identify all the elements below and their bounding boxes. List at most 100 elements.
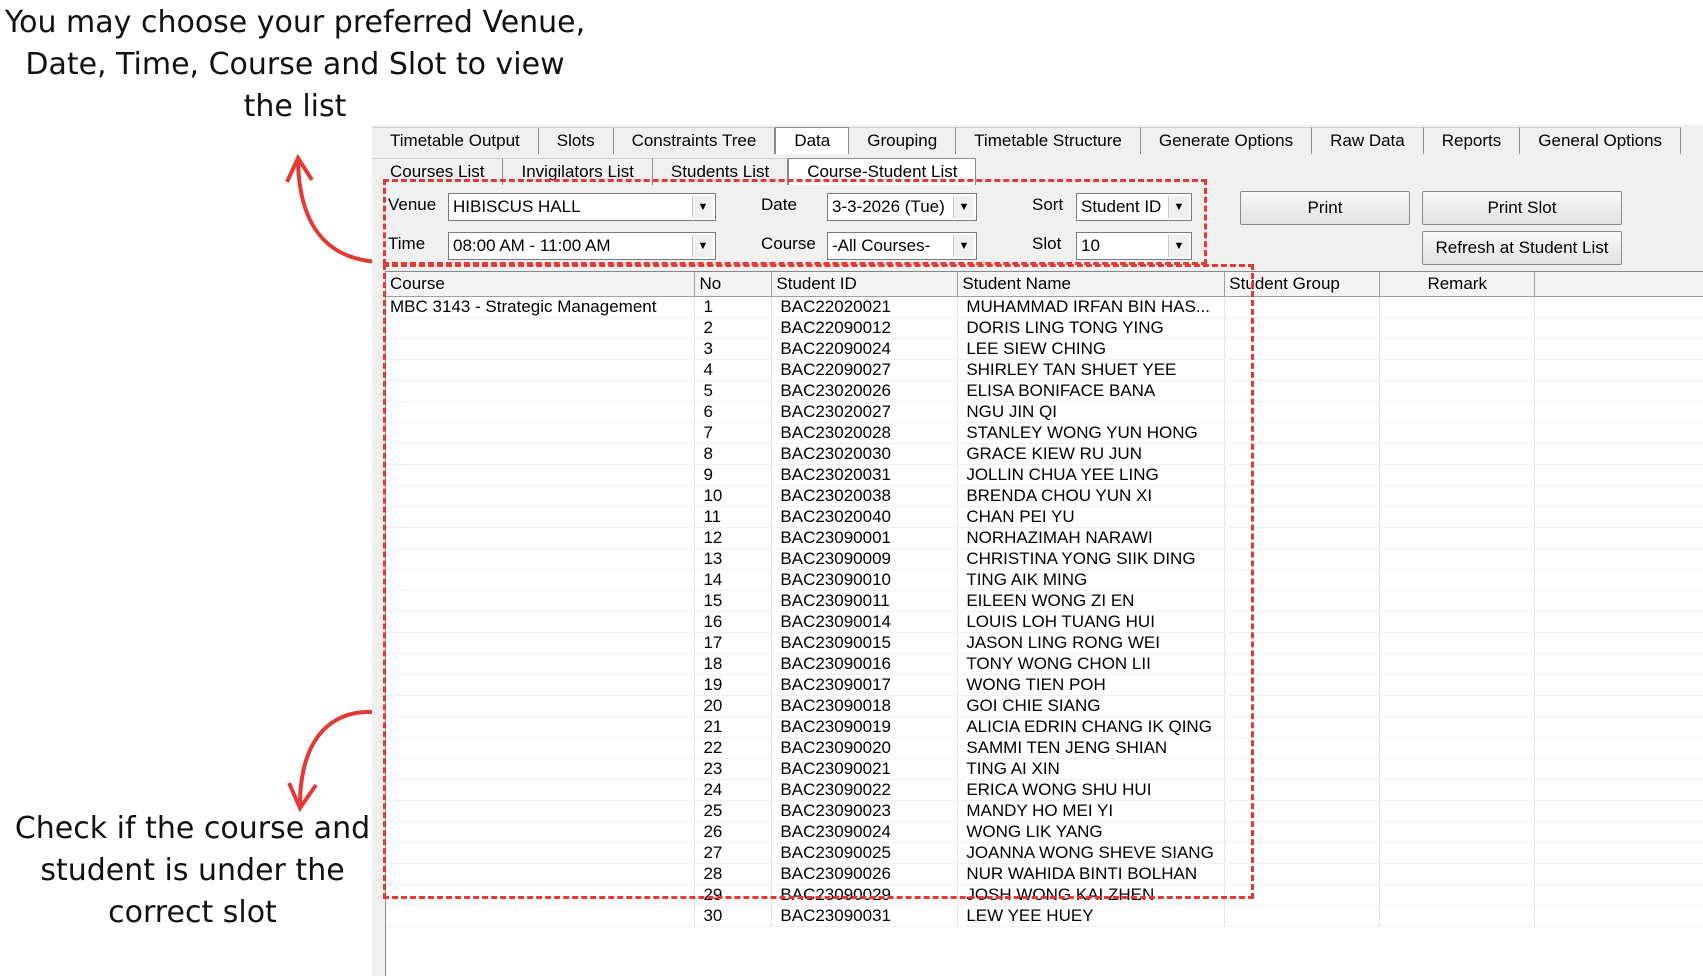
print-slot-button[interactable]: Print Slot [1422, 191, 1622, 225]
tab-course-student-list[interactable]: Course-Student List [788, 158, 977, 185]
cell-blank[interactable] [1534, 590, 1703, 612]
cell-student-name[interactable]: MUHAMMAD IRFAN BIN HAS... [957, 296, 1226, 318]
cell-no[interactable]: 12 [694, 527, 773, 549]
cell-course[interactable] [386, 905, 696, 927]
cell-student-group[interactable] [1224, 359, 1381, 381]
cell-student-group[interactable] [1224, 863, 1381, 885]
cell-no[interactable]: 20 [694, 695, 773, 717]
cell-student-id[interactable]: BAC23090021 [771, 758, 959, 780]
cell-student-id[interactable]: BAC23090022 [771, 779, 959, 801]
cell-student-name[interactable]: WONG TIEN POH [957, 674, 1226, 696]
table-row[interactable]: 20 BAC23090018 GOI CHIE SIANG [386, 695, 1703, 717]
cell-student-name[interactable]: JOLLIN CHUA YEE LING [957, 464, 1226, 486]
cell-no[interactable]: 28 [694, 863, 773, 885]
cell-student-id[interactable]: BAC23020030 [771, 443, 959, 465]
cell-no[interactable]: 2 [694, 317, 773, 339]
tab-generate-options[interactable]: Generate Options [1140, 127, 1313, 154]
cell-student-id[interactable]: BAC23090016 [771, 653, 959, 675]
cell-student-id[interactable]: BAC23090029 [771, 884, 959, 906]
cell-remark[interactable] [1379, 821, 1536, 843]
cell-no[interactable]: 23 [694, 758, 773, 780]
cell-student-name[interactable]: GRACE KIEW RU JUN [957, 443, 1226, 465]
cell-course[interactable] [386, 338, 696, 360]
table-row[interactable]: 10 BAC23020038 BRENDA CHOU YUN XI [386, 485, 1703, 507]
cell-no[interactable]: 10 [694, 485, 773, 507]
table-row[interactable]: 8 BAC23020030 GRACE KIEW RU JUN [386, 443, 1703, 465]
chevron-down-icon[interactable]: ▼ [953, 196, 974, 218]
cell-remark[interactable] [1379, 611, 1536, 633]
cell-student-id[interactable]: BAC23090019 [771, 716, 959, 738]
cell-course[interactable] [386, 842, 696, 864]
table-row[interactable]: 12 BAC23090001 NORHAZIMAH NARAWI [386, 527, 1703, 549]
cell-course[interactable] [386, 380, 696, 402]
course-select[interactable]: -All Courses- ▼ [827, 232, 977, 260]
cell-student-name[interactable]: CHRISTINA YONG SIIK DING [957, 548, 1226, 570]
cell-remark[interactable] [1379, 779, 1536, 801]
cell-no[interactable]: 14 [694, 569, 773, 591]
cell-course[interactable]: MBC 3143 - Strategic Management [386, 296, 696, 318]
cell-student-id[interactable]: BAC23090020 [771, 737, 959, 759]
cell-no[interactable]: 16 [694, 611, 773, 633]
cell-blank[interactable] [1534, 380, 1703, 402]
cell-no[interactable]: 29 [694, 884, 773, 906]
cell-student-id[interactable]: BAC22090012 [771, 317, 959, 339]
cell-no[interactable]: 3 [694, 338, 773, 360]
cell-course[interactable] [386, 359, 696, 381]
cell-no[interactable]: 1 [694, 296, 773, 318]
cell-student-id[interactable]: BAC23090011 [771, 590, 959, 612]
cell-student-name[interactable]: BRENDA CHOU YUN XI [957, 485, 1226, 507]
cell-course[interactable] [386, 800, 696, 822]
table-row[interactable]: 4 BAC22090027 SHIRLEY TAN SHUET YEE [386, 359, 1703, 381]
tab-slots[interactable]: Slots [538, 127, 614, 154]
cell-course[interactable] [386, 527, 696, 549]
cell-remark[interactable] [1379, 695, 1536, 717]
table-row[interactable]: 24 BAC23090022 ERICA WONG SHU HUI [386, 779, 1703, 801]
cell-course[interactable] [386, 695, 696, 717]
cell-blank[interactable] [1534, 884, 1703, 906]
cell-student-id[interactable]: BAC23090015 [771, 632, 959, 654]
cell-remark[interactable] [1379, 800, 1536, 822]
tab-invigilators-list[interactable]: Invigilators List [503, 158, 653, 185]
cell-blank[interactable] [1534, 674, 1703, 696]
cell-student-name[interactable]: JOSH WONG KAI ZHEN [957, 884, 1226, 906]
tab-raw-data[interactable]: Raw Data [1312, 127, 1424, 154]
date-select[interactable]: 3-3-2026 (Tue) ▼ [827, 193, 977, 221]
table-row[interactable]: 18 BAC23090016 TONY WONG CHON LII [386, 653, 1703, 675]
cell-blank[interactable] [1534, 653, 1703, 675]
cell-no[interactable]: 7 [694, 422, 773, 444]
cell-remark[interactable] [1379, 842, 1536, 864]
tab-courses-list[interactable]: Courses List [372, 158, 504, 185]
cell-remark[interactable] [1379, 296, 1536, 318]
cell-student-group[interactable] [1224, 632, 1381, 654]
table-row[interactable]: 27 BAC23090025 JOANNA WONG SHEVE SIANG [386, 842, 1703, 864]
cell-student-name[interactable]: JASON LING RONG WEI [957, 632, 1226, 654]
cell-no[interactable]: 25 [694, 800, 773, 822]
cell-student-group[interactable] [1224, 296, 1381, 318]
cell-no[interactable]: 5 [694, 380, 773, 402]
table-row[interactable]: 29 BAC23090029 JOSH WONG KAI ZHEN [386, 884, 1703, 906]
cell-blank[interactable] [1534, 611, 1703, 633]
cell-course[interactable] [386, 632, 696, 654]
chevron-down-icon[interactable]: ▼ [1168, 235, 1189, 257]
cell-student-group[interactable] [1224, 674, 1381, 696]
cell-student-group[interactable] [1224, 758, 1381, 780]
tab-data[interactable]: Data [775, 127, 850, 154]
cell-student-id[interactable]: BAC23090024 [771, 821, 959, 843]
col-header-student-group[interactable]: Student Group [1224, 272, 1381, 297]
cell-remark[interactable] [1379, 569, 1536, 591]
cell-student-id[interactable]: BAC23020026 [771, 380, 959, 402]
cell-no[interactable]: 6 [694, 401, 773, 423]
cell-course[interactable] [386, 653, 696, 675]
cell-student-name[interactable]: MANDY HO MEI YI [957, 800, 1226, 822]
cell-no[interactable]: 17 [694, 632, 773, 654]
table-row[interactable]: 6 BAC23020027 NGU JIN QI [386, 401, 1703, 423]
table-row[interactable]: 23 BAC23090021 TING AI XIN [386, 758, 1703, 780]
cell-student-name[interactable]: ELISA BONIFACE BANA [957, 380, 1226, 402]
cell-remark[interactable] [1379, 884, 1536, 906]
cell-blank[interactable] [1534, 359, 1703, 381]
cell-student-group[interactable] [1224, 842, 1381, 864]
cell-student-group[interactable] [1224, 569, 1381, 591]
cell-blank[interactable] [1534, 905, 1703, 927]
cell-blank[interactable] [1534, 548, 1703, 570]
cell-student-name[interactable]: TONY WONG CHON LII [957, 653, 1226, 675]
